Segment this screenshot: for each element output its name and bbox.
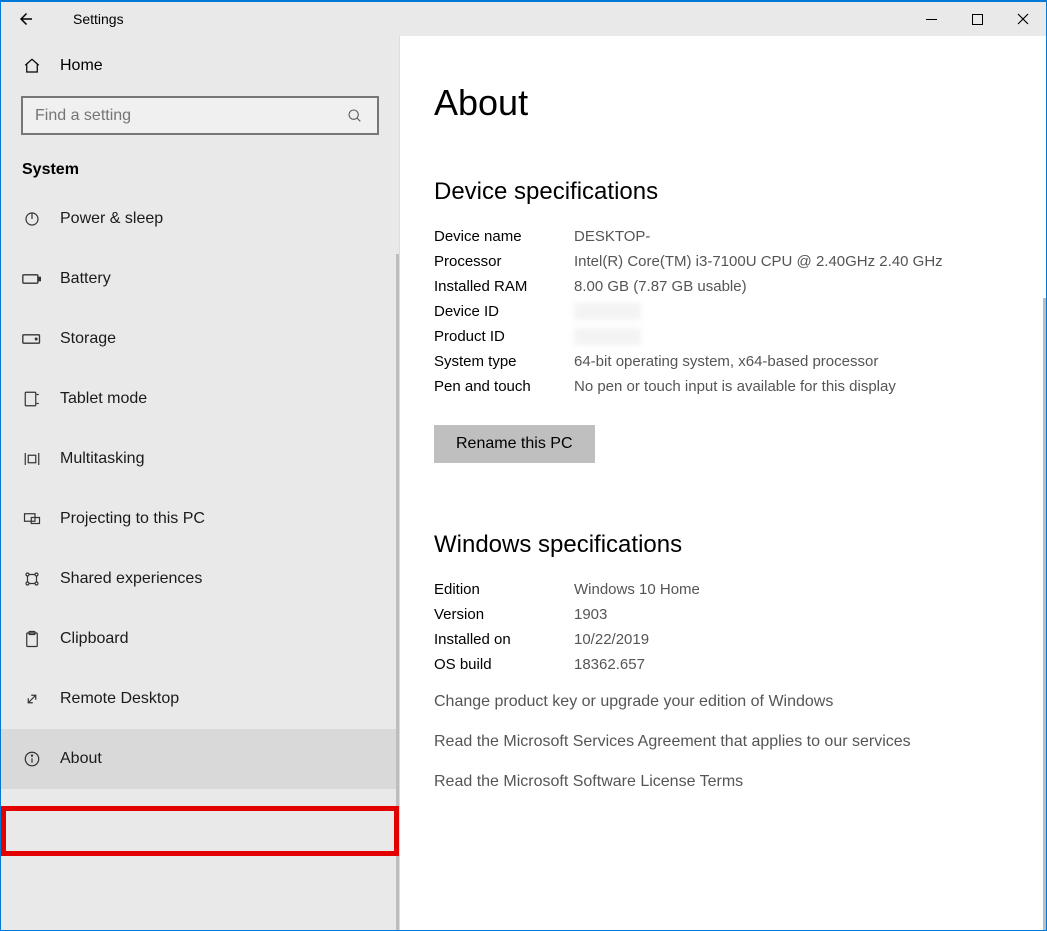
- spec-key: Edition: [434, 581, 574, 598]
- sidebar-item-label: Battery: [60, 270, 111, 288]
- spec-key: Processor: [434, 253, 574, 270]
- back-button[interactable]: [1, 2, 51, 36]
- sidebar-item-label: Power & sleep: [60, 210, 163, 228]
- arrow-left-icon: [17, 10, 35, 28]
- spec-key: Pen and touch: [434, 378, 574, 395]
- home-icon: [22, 56, 42, 76]
- clipboard-icon: [22, 629, 42, 649]
- spec-key: Version: [434, 606, 574, 623]
- version-value: 1903: [574, 606, 607, 623]
- minimize-button[interactable]: [908, 2, 954, 36]
- installed-on-value: 10/22/2019: [574, 631, 649, 648]
- storage-icon: [22, 329, 42, 349]
- shared-experiences-icon: [22, 569, 42, 589]
- multitasking-icon: [22, 449, 42, 469]
- sidebar-item-projecting[interactable]: Projecting to this PC: [1, 489, 399, 549]
- services-agreement-link[interactable]: Read the Microsoft Services Agreement th…: [434, 733, 1012, 751]
- sidebar: Home System Power & sleep Batter: [1, 36, 400, 930]
- sidebar-item-power-sleep[interactable]: Power & sleep: [1, 189, 399, 249]
- product-id-value: [redacted]: [574, 328, 641, 345]
- page-title: About: [434, 82, 1012, 124]
- sidebar-item-storage[interactable]: Storage: [1, 309, 399, 369]
- spec-key: Installed on: [434, 631, 574, 648]
- sidebar-item-label: Projecting to this PC: [60, 510, 205, 528]
- sidebar-item-label: Tablet mode: [60, 390, 147, 408]
- search-icon: [345, 108, 365, 124]
- home-label: Home: [60, 57, 103, 75]
- sidebar-item-clipboard[interactable]: Clipboard: [1, 609, 399, 669]
- projecting-icon: [22, 509, 42, 529]
- spec-key: Device ID: [434, 303, 574, 320]
- maximize-icon: [972, 14, 983, 25]
- search-input-wrap[interactable]: [21, 96, 379, 135]
- sidebar-item-tablet-mode[interactable]: Tablet mode: [1, 369, 399, 429]
- sidebar-scrollbar[interactable]: [396, 254, 399, 930]
- device-spec-heading: Device specifications: [434, 178, 1012, 206]
- change-product-key-link[interactable]: Change product key or upgrade your editi…: [434, 693, 1012, 711]
- spec-key: OS build: [434, 656, 574, 673]
- sidebar-item-multitasking[interactable]: Multitasking: [1, 429, 399, 489]
- search-input[interactable]: [35, 107, 345, 125]
- maximize-button[interactable]: [954, 2, 1000, 36]
- processor-value: Intel(R) Core(TM) i3-7100U CPU @ 2.40GHz…: [574, 253, 943, 270]
- window-title: Settings: [73, 11, 124, 27]
- sidebar-item-shared-experiences[interactable]: Shared experiences: [1, 549, 399, 609]
- minimize-icon: [926, 14, 937, 25]
- spec-key: System type: [434, 353, 574, 370]
- system-type-value: 64-bit operating system, x64-based proce…: [574, 353, 878, 370]
- spec-key: Installed RAM: [434, 278, 574, 295]
- main-scrollbar[interactable]: [1043, 298, 1046, 930]
- ram-value: 8.00 GB (7.87 GB usable): [574, 278, 747, 295]
- pen-touch-value: No pen or touch input is available for t…: [574, 378, 896, 395]
- titlebar: Settings: [1, 2, 1046, 36]
- sidebar-item-about[interactable]: About: [1, 729, 399, 789]
- spec-key: Device name: [434, 228, 574, 245]
- battery-icon: [22, 269, 42, 289]
- spec-key: Product ID: [434, 328, 574, 345]
- license-terms-link[interactable]: Read the Microsoft Software License Term…: [434, 773, 1012, 791]
- sidebar-item-label: Remote Desktop: [60, 690, 179, 708]
- remote-desktop-icon: [22, 689, 42, 709]
- rename-pc-button[interactable]: Rename this PC: [434, 425, 595, 463]
- sidebar-item-label: Storage: [60, 330, 116, 348]
- about-icon: [22, 749, 42, 769]
- windows-spec-heading: Windows specifications: [434, 531, 1012, 559]
- power-icon: [22, 209, 42, 229]
- device-id-value: [redacted]: [574, 303, 641, 320]
- tablet-icon: [22, 389, 42, 409]
- close-button[interactable]: [1000, 2, 1046, 36]
- sidebar-item-label: Clipboard: [60, 630, 128, 648]
- sidebar-item-battery[interactable]: Battery: [1, 249, 399, 309]
- main-content: About Device specifications Device nameD…: [400, 36, 1046, 930]
- sidebar-item-label: About: [60, 750, 102, 768]
- settings-window: Settings Home: [0, 0, 1047, 931]
- close-icon: [1017, 13, 1029, 25]
- sidebar-category: System: [1, 149, 399, 189]
- sidebar-item-remote-desktop[interactable]: Remote Desktop: [1, 669, 399, 729]
- sidebar-item-label: Shared experiences: [60, 570, 202, 588]
- sidebar-item-label: Multitasking: [60, 450, 144, 468]
- home-nav[interactable]: Home: [1, 36, 399, 96]
- os-build-value: 18362.657: [574, 656, 645, 673]
- edition-value: Windows 10 Home: [574, 581, 700, 598]
- device-name-value: DESKTOP-: [574, 228, 650, 245]
